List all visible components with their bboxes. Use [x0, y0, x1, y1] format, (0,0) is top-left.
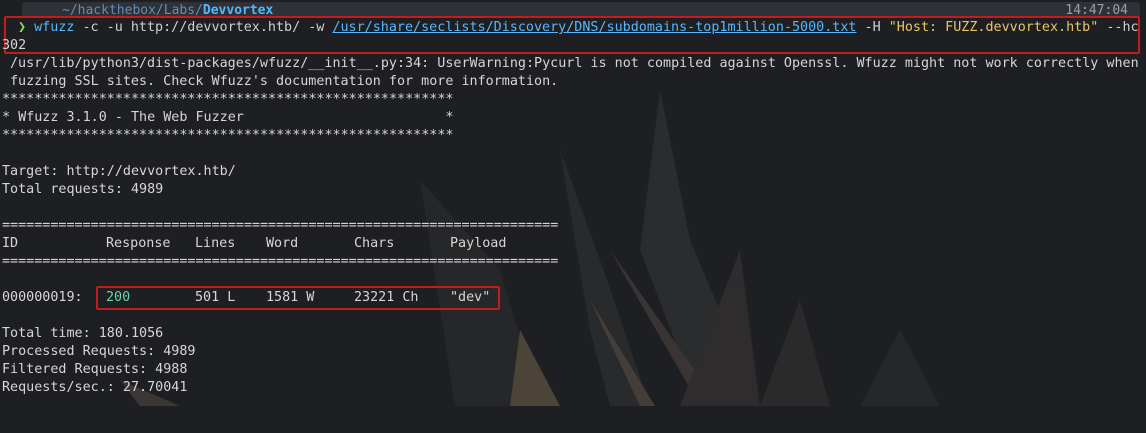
filtered-requests-line: Filtered Requests: 4988: [2, 362, 188, 377]
column-word: Word: [266, 236, 299, 251]
result-response-code: 200: [106, 290, 131, 305]
warning-line-2: fuzzing SSL sites. Check Wfuzz's documen…: [10, 74, 559, 89]
results-header: ID Response Lines Word Chars Payload: [2, 235, 602, 253]
command-header-value: "Host: FUZZ.devvortex.htb": [888, 20, 1099, 35]
column-chars: Chars: [354, 236, 395, 251]
command-header-flag: -H: [856, 20, 889, 35]
command-continuation: 302: [2, 38, 27, 53]
total-requests-line: Total requests: 4989: [2, 182, 164, 197]
warning-line-1: /usr/lib/python3/dist-packages/wfuzz/__i…: [10, 56, 1139, 71]
command-hide-code-flag: --hc: [1098, 20, 1139, 35]
processed-requests-line: Processed Requests: 4989: [2, 344, 196, 359]
total-time-line: Total time: 180.1056: [2, 326, 164, 341]
result-chars: 23221 Ch: [354, 290, 419, 305]
prompt-bar: ~/hackthebox/Labs/Devvortex 14:47:04: [22, 2, 1140, 18]
separator-top: ========================================…: [2, 218, 559, 233]
banner-title: * Wfuzz 3.1.0 - The Web Fuzzer *: [2, 110, 454, 125]
terminal: ~/hackthebox/Labs/Devvortex 14:47:04 ❯ w…: [0, 0, 1146, 406]
column-id: ID: [2, 236, 19, 251]
prompt-chevron-icon: ❯: [18, 20, 27, 35]
separator-bottom: ========================================…: [2, 254, 559, 269]
banner-stars-top: ****************************************…: [2, 92, 454, 107]
result-id: 000000019:: [2, 290, 83, 305]
requests-per-second-line: Requests/sec.: 27.70041: [2, 380, 188, 395]
result-payload: "dev": [450, 290, 491, 305]
result-row[interactable]: 000000019: 200 501 L 1581 W 23221 Ch "de…: [2, 289, 602, 307]
banner-stars-bottom: ****************************************…: [2, 128, 454, 143]
column-response: Response: [106, 236, 171, 251]
command-tool: wfuzz: [34, 20, 75, 35]
command-options: -c -u http://devvortex.htb/ -w: [74, 20, 333, 35]
result-lines: 501 L: [195, 290, 236, 305]
result-word: 1581 W: [266, 290, 315, 305]
command-line[interactable]: ❯ wfuzz -c -u http://devvortex.htb/ -w /…: [18, 19, 1139, 37]
column-lines: Lines: [195, 236, 236, 251]
target-line: Target: http://devvortex.htb/: [2, 164, 236, 179]
command-wordlist-path[interactable]: /usr/share/seclists/Discovery/DNS/subdom…: [332, 20, 856, 35]
column-payload: Payload: [450, 236, 507, 251]
